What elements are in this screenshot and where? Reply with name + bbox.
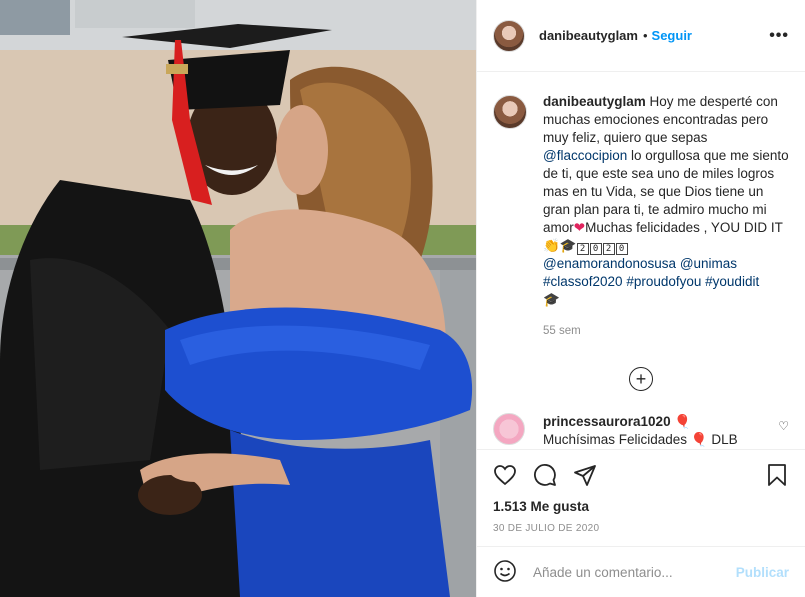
balloon-emoji: 🎈 [690,432,708,447]
caption-text-part: Muchas felicidades , YOU DID IT [585,220,783,235]
mention-link[interactable]: @unimas [680,256,737,271]
clap-emoji: 👏 [543,238,560,253]
add-comment-bar: Añade un comentario... Publicar [477,546,805,597]
publish-button[interactable]: Publicar [736,565,789,580]
comment-item: princessaurora1020 🎈 Muchísimas Felicida… [493,413,789,449]
balloon-emoji: 🎈 [674,414,692,429]
action-icons [493,462,789,490]
post-date[interactable]: 30 DE JULIO DE 2020 [493,523,789,534]
caption-timestamp[interactable]: 55 sem [543,325,789,337]
author-avatar[interactable] [493,19,525,52]
caption-avatar[interactable] [493,95,527,129]
mention-link[interactable]: @enamorandonosusa [543,256,676,271]
comment-input[interactable]: Añade un comentario... [533,565,736,580]
emoji-icon[interactable] [493,559,517,586]
post-side-panel: danibeautyglam • Seguir ••• danibeautygl… [476,0,805,597]
graduation-cap-emoji: 🎓 [543,292,560,307]
comment-text: princessaurora1020 🎈 Muchísimas Felicida… [543,413,763,449]
like-icon[interactable] [493,463,517,490]
share-icon[interactable] [573,463,597,490]
keycap-digit: 2 [602,243,615,255]
post-header: danibeautyglam • Seguir ••• [477,0,805,72]
keycap-digit: 2 [576,243,589,255]
post-photo[interactable] [0,0,476,597]
hashtag-link[interactable]: #youdidit [705,274,759,289]
separator-dot: • [642,28,648,43]
commenter-username[interactable]: princessaurora1020 [543,414,671,429]
caption-text: danibeautyglam Hoy me desperté con mucha… [543,93,789,309]
follow-button[interactable]: Seguir [652,28,692,43]
comment-icon[interactable] [533,463,557,490]
more-options-icon[interactable]: ••• [769,27,789,45]
graduation-cap-emoji: 🎓 [559,238,577,253]
keycap-digit: 0 [589,243,602,255]
keycap-digit: 0 [615,243,628,255]
comments-section[interactable]: danibeautyglam Hoy me desperté con mucha… [477,73,805,449]
hashtag-link[interactable]: #proudofyou [626,274,701,289]
mention-link[interactable]: @flaccocipion [543,148,627,163]
caption: danibeautyglam Hoy me desperté con mucha… [493,93,789,309]
save-bookmark-icon[interactable] [765,463,789,490]
commenter-avatar[interactable] [493,413,525,445]
comment-content: Muchísimas Felicidades [543,432,688,447]
hashtag-link[interactable]: #classof2020 [543,274,623,289]
graduation-couple-image [0,0,476,597]
author-username[interactable]: danibeautyglam [539,28,638,43]
red-heart-emoji: ❤ [573,220,586,235]
caption-username[interactable]: danibeautyglam [543,94,646,109]
like-comment-icon[interactable]: ♡ [778,419,789,449]
post-actions: 1.513 Me gusta 30 DE JULIO DE 2020 [477,449,805,534]
likes-count[interactable]: 1.513 Me gusta [493,499,789,514]
comment-content-tail: DLB [707,432,738,447]
load-more-comments-icon[interactable]: + [629,367,653,391]
instagram-post: danibeautyglam • Seguir ••• danibeautygl… [0,0,805,597]
